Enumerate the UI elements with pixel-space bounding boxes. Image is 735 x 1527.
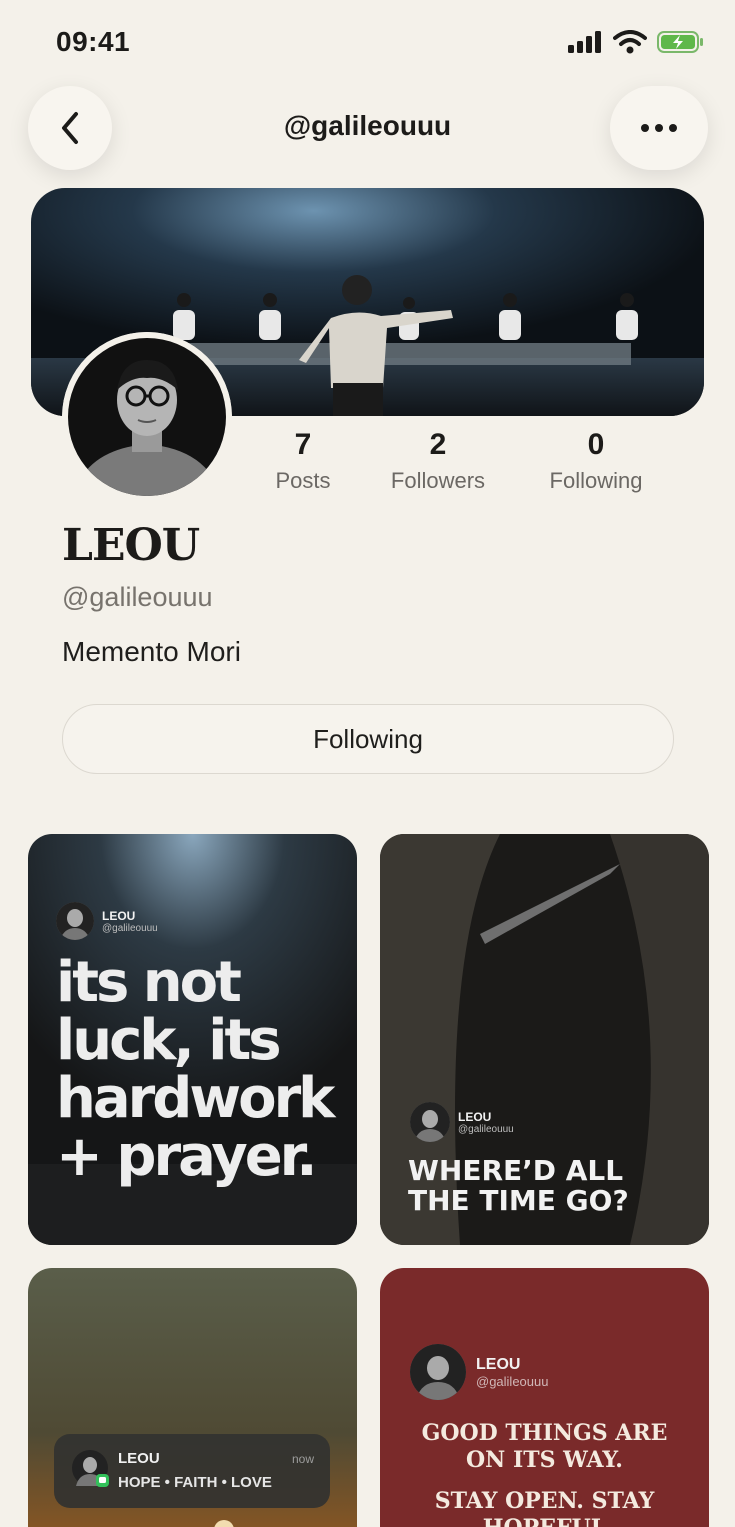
stat-label: Followers [390, 468, 486, 493]
post-author: LEOU @galileouuu [410, 1102, 514, 1142]
wifi-icon [613, 30, 647, 54]
post-quote: WHERE’D ALL THE TIME GO? [408, 1156, 629, 1216]
notification-text: HOPE • FAITH • LOVE [118, 1474, 272, 1491]
status-icons [567, 30, 705, 54]
post-author-handle: @galileouuu [102, 922, 158, 934]
quote-line: ON ITS WAY. [466, 1447, 623, 1473]
stat-following[interactable]: 0 Following [536, 428, 656, 494]
profile-avatar[interactable] [62, 332, 232, 502]
profile-screen: 09:41 @galileouuu 7 Posts 2 Followers 0 … [0, 0, 735, 1527]
signal-icon [568, 31, 601, 53]
status-time: 09:41 [56, 26, 131, 57]
battery-icon [657, 31, 703, 53]
post-card[interactable]: LEOU @galileouuu GOOD THINGS ARE ON ITS … [380, 1268, 709, 1527]
avatar [56, 902, 94, 940]
more-horizontal-icon [641, 124, 677, 132]
post-author: LEOU @galileouuu [56, 902, 158, 940]
more-options-button[interactable] [610, 86, 708, 170]
following-button[interactable]: Following [62, 704, 674, 774]
post-card[interactable]: LEOU now HOPE • FAITH • LOVE [28, 1268, 357, 1527]
stat-value: 2 [429, 428, 447, 461]
profile-bio: Memento Mori [62, 636, 241, 667]
post-author-name: LEOU [476, 1355, 521, 1373]
stat-followers[interactable]: 2 Followers [378, 428, 498, 494]
avatar [410, 1102, 450, 1142]
profile-name: LEOU [62, 520, 200, 571]
stat-label: Posts [275, 468, 331, 493]
post-card[interactable]: LEOU @galileouuu its not luck, its hardw… [28, 834, 357, 1245]
avatar [72, 1450, 109, 1487]
stat-label: Following [549, 468, 643, 493]
post-author-name: LEOU [102, 908, 136, 923]
post-quote: GOOD THINGS ARE ON ITS WAY. STAY OPEN. S… [380, 1420, 709, 1527]
post-card[interactable]: LEOU @galileouuu WHERE’D ALL THE TIME GO… [380, 834, 709, 1245]
post-author-handle: @galileouuu [476, 1373, 549, 1389]
avatar-image [62, 332, 232, 502]
stat-value: 7 [294, 428, 312, 461]
stat-posts[interactable]: 7 Posts [262, 428, 344, 494]
avatar [410, 1344, 466, 1400]
post-author-name: LEOU [458, 1109, 492, 1124]
notification-title: LEOU [118, 1450, 160, 1467]
quote-line: THE TIME GO? [408, 1184, 629, 1217]
quote-line: WHERE’D ALL [408, 1154, 624, 1187]
quote-line: hardwork [56, 1066, 335, 1131]
quote-line: its not [56, 950, 242, 1015]
quote-line: + prayer. [56, 1124, 318, 1189]
notification-time: now [291, 1452, 314, 1466]
notification-card[interactable]: LEOU now HOPE • FAITH • LOVE [54, 1434, 330, 1508]
post-quote: its not luck, its hardwork + prayer. [56, 950, 335, 1189]
profile-handle: @galileouuu [62, 582, 213, 612]
quote-line: STAY OPEN. STAY [434, 1488, 655, 1514]
post-author-handle: @galileouuu [458, 1123, 514, 1135]
quote-line: HOPEFUL [380, 1515, 709, 1527]
post-author: LEOU @galileouuu [410, 1344, 548, 1400]
quote-line: luck, its [56, 1008, 282, 1073]
quote-line: GOOD THINGS ARE [421, 1420, 668, 1446]
stat-value: 0 [587, 428, 605, 461]
